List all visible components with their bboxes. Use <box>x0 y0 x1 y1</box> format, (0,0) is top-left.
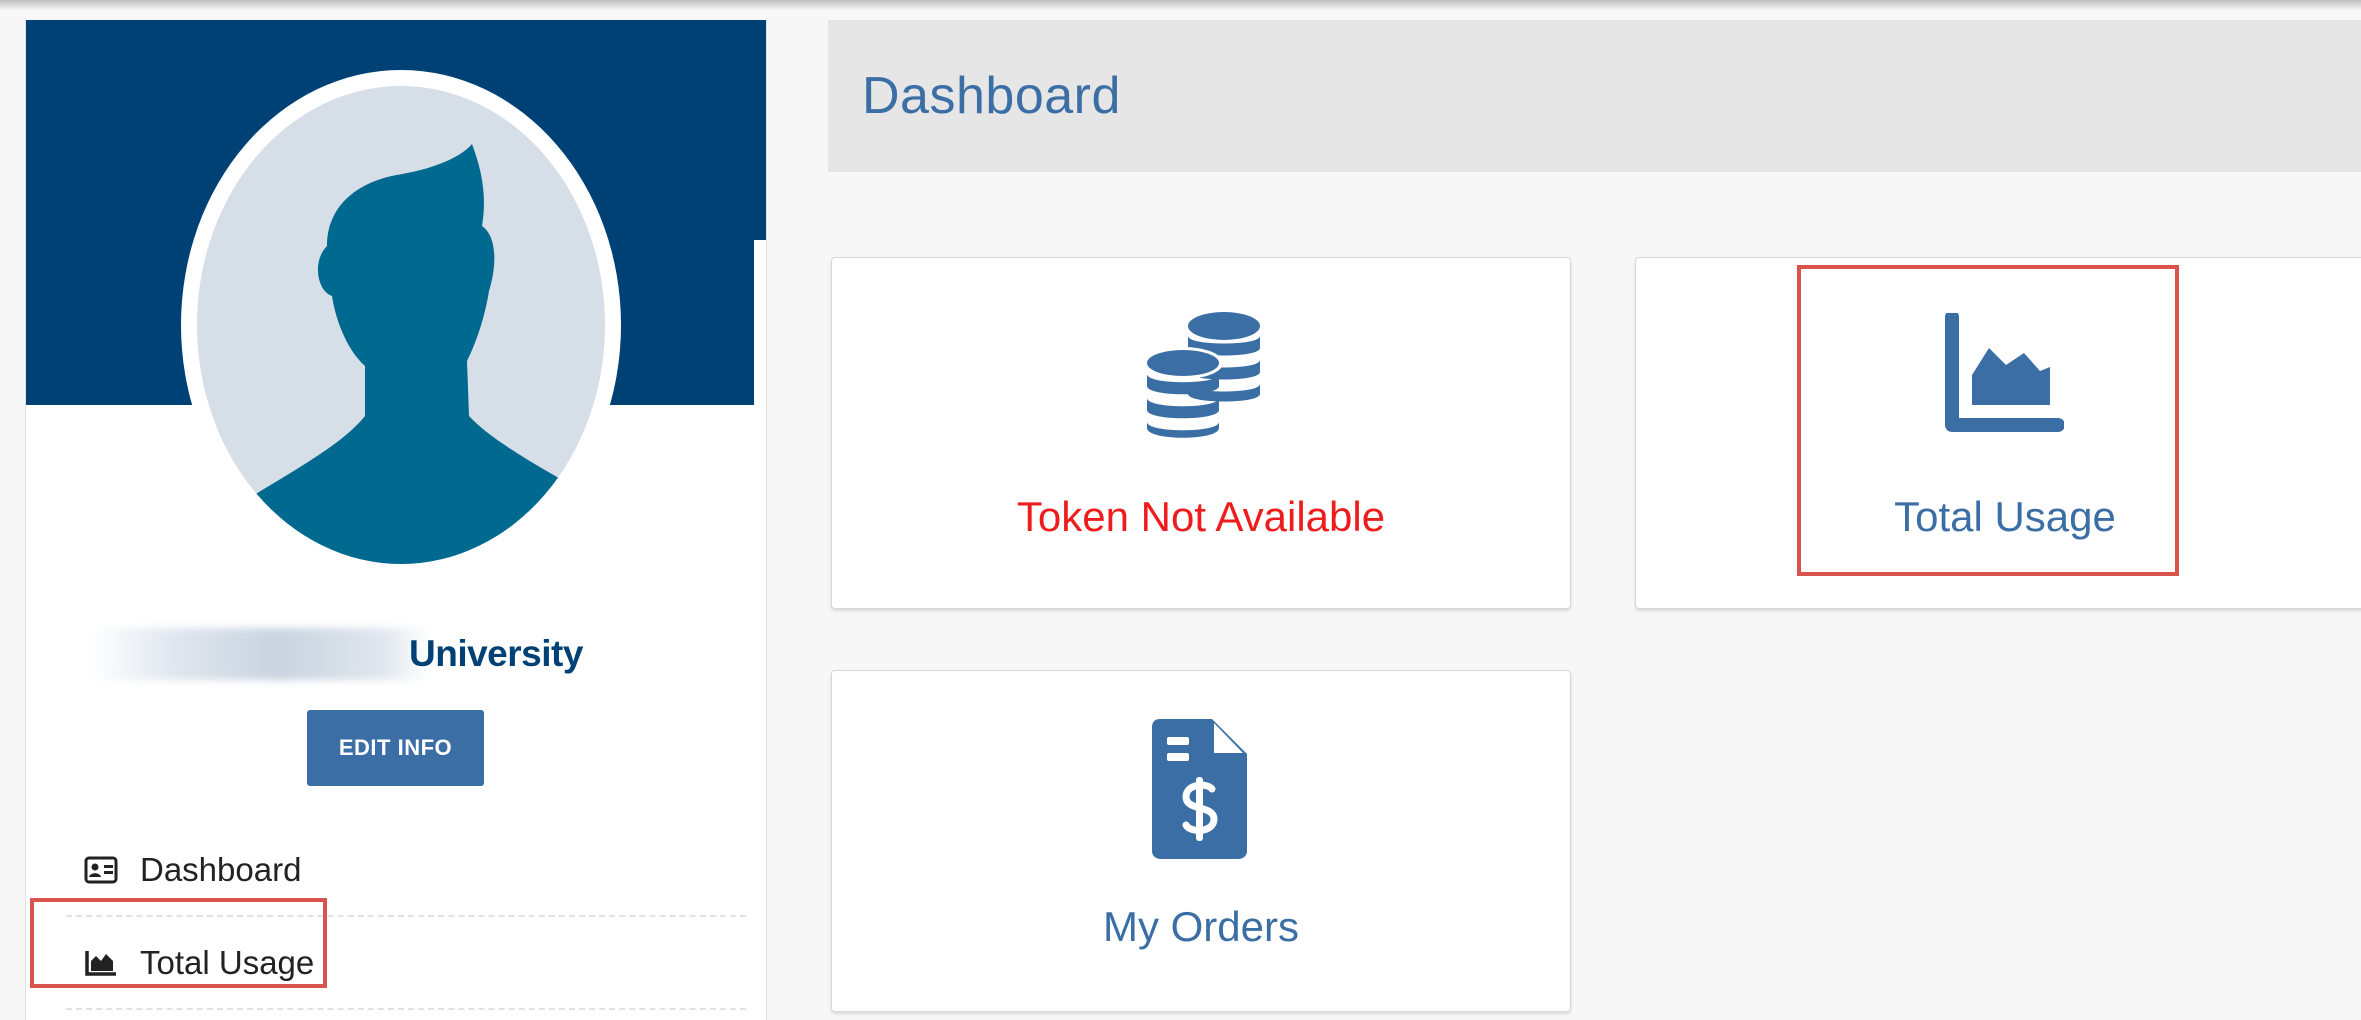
invoice-dollar-icon <box>1152 719 1247 859</box>
sidebar-item-label: Dashboard <box>140 851 302 888</box>
sidebar: University EDIT INFO Dashboard Total Usa… <box>25 20 767 1020</box>
coins-icon <box>1143 312 1260 438</box>
highlight-box <box>30 898 327 988</box>
my-orders-card[interactable]: My Orders <box>831 670 1571 1012</box>
edit-info-button[interactable]: EDIT INFO <box>307 710 484 786</box>
token-card-label: Token Not Available <box>1016 493 1386 540</box>
org-name-redacted <box>91 628 431 680</box>
org-name: University <box>409 633 583 674</box>
id-card-icon <box>84 856 118 884</box>
user-silhouette-icon <box>208 144 605 564</box>
banner-edge <box>754 240 766 440</box>
page-title: Dashboard <box>862 67 1121 125</box>
avatar[interactable] <box>181 70 621 580</box>
my-orders-card-label: My Orders <box>1102 903 1299 950</box>
top-border <box>0 0 2361 10</box>
token-card[interactable]: Token Not Available <box>831 257 1571 609</box>
highlight-box <box>1797 265 2179 576</box>
